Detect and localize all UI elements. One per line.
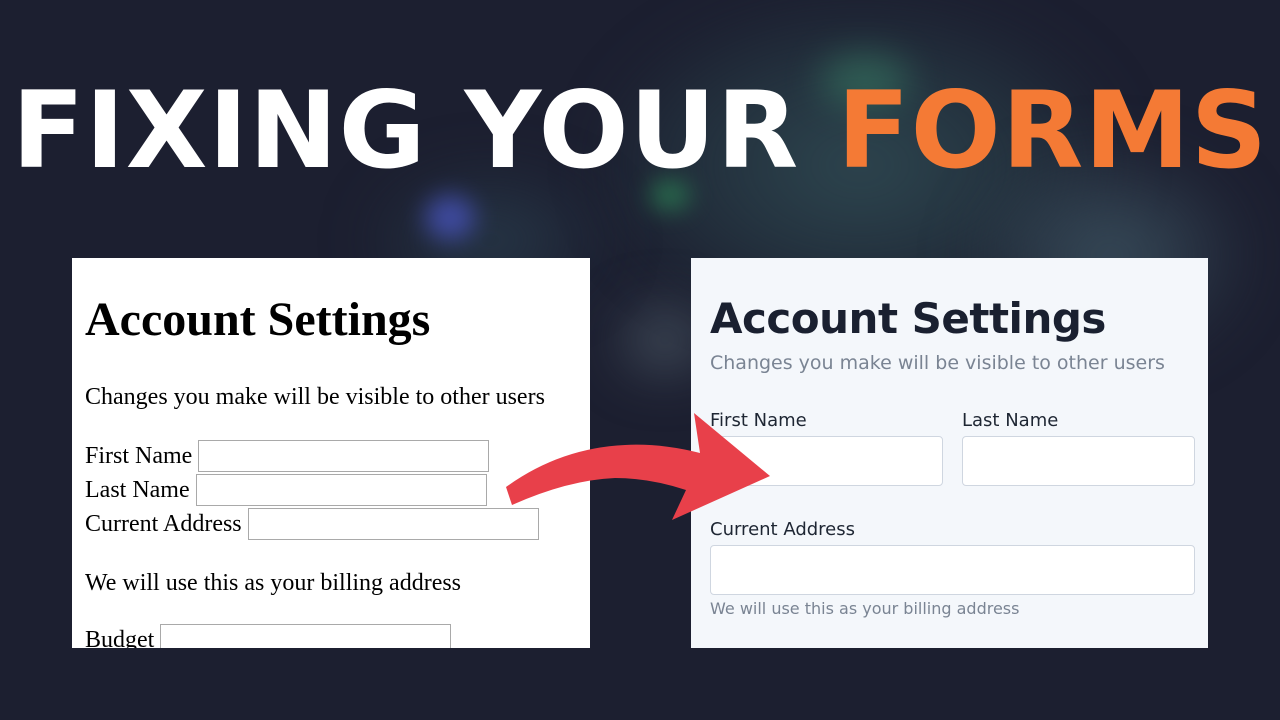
after-address-label: Current Address bbox=[710, 519, 856, 540]
after-address-input[interactable] bbox=[710, 545, 1195, 595]
background-blur bbox=[425, 195, 475, 240]
before-budget-row: Budget bbox=[85, 624, 452, 649]
before-budget-input[interactable] bbox=[160, 624, 452, 648]
before-form-subtitle: Changes you make will be visible to othe… bbox=[85, 384, 545, 410]
headline-white: FIXING YOUR bbox=[11, 69, 800, 192]
before-first-name-input[interactable] bbox=[198, 440, 490, 472]
headline: FIXING YOUR FORMS bbox=[0, 66, 1280, 196]
after-address-hint: We will use this as your billing address bbox=[710, 599, 1020, 618]
before-form-title: Account Settings bbox=[85, 293, 431, 346]
before-last-name-input[interactable] bbox=[195, 474, 487, 506]
before-form-panel: Account Settings Changes you make will b… bbox=[72, 258, 590, 648]
after-form-panel: Account Settings Changes you make will b… bbox=[691, 258, 1208, 648]
before-last-name-row: Last Name bbox=[85, 474, 487, 506]
before-budget-label: Budget bbox=[85, 626, 155, 649]
before-address-note: We will use this as your billing address bbox=[85, 570, 462, 596]
before-last-name-label: Last Name bbox=[85, 476, 190, 503]
before-address-label: Current Address bbox=[85, 510, 242, 537]
after-last-name-input[interactable] bbox=[962, 436, 1195, 486]
after-form-subtitle: Changes you make will be visible to othe… bbox=[710, 352, 1165, 374]
after-form-title: Account Settings bbox=[710, 294, 1106, 343]
before-first-name-label: First Name bbox=[85, 442, 193, 469]
after-first-name-input[interactable] bbox=[710, 436, 943, 486]
before-address-input[interactable] bbox=[247, 508, 539, 540]
before-address-row: Current Address bbox=[85, 508, 539, 540]
after-first-name-label: First Name bbox=[710, 410, 807, 431]
before-first-name-row: First Name bbox=[85, 440, 490, 472]
headline-accent: FORMS bbox=[837, 69, 1269, 192]
after-last-name-label: Last Name bbox=[962, 410, 1059, 431]
